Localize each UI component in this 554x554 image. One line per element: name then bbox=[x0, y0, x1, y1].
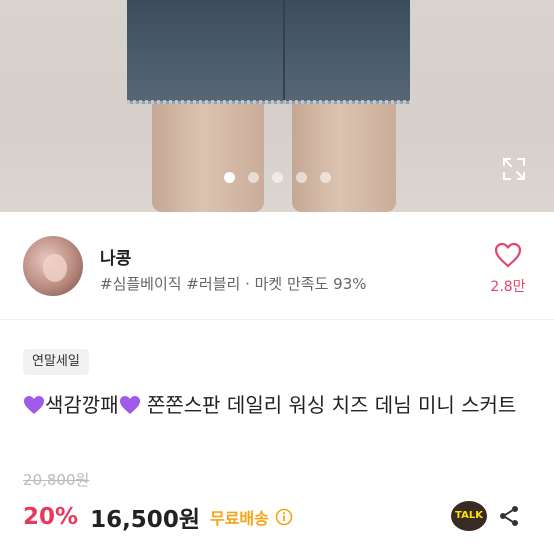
share-icon[interactable] bbox=[497, 504, 521, 528]
carousel-dot-3[interactable] bbox=[271, 172, 283, 183]
price-row: 20% 16,500원 무료배송 bbox=[23, 502, 293, 533]
sale-badge: 연말세일 bbox=[23, 349, 89, 375]
heart-outline-icon bbox=[494, 242, 522, 268]
skirt-image bbox=[127, 0, 410, 104]
carousel-pagination bbox=[0, 172, 554, 183]
kakao-talk-icon[interactable]: TALK bbox=[451, 501, 487, 531]
avatar-face bbox=[43, 254, 67, 282]
product-title-text: 쫀쫀스판 데일리 워싱 치즈 데님 미니 스커트 bbox=[140, 393, 517, 417]
carousel-dot-5[interactable] bbox=[319, 172, 331, 183]
discount-rate: 20% bbox=[23, 504, 79, 530]
like-button[interactable]: 2.8만 bbox=[486, 242, 530, 296]
seller-tags: #심플베이직 #러블리 · 마켓 만족도 93% bbox=[100, 275, 367, 293]
purple-heart-emoji-icon bbox=[119, 396, 140, 414]
carousel-dot-1[interactable] bbox=[223, 172, 235, 183]
model-leg-left bbox=[152, 104, 264, 212]
seller-section[interactable]: 나콩 #심플베이직 #러블리 · 마켓 만족도 93% 2.8만 bbox=[0, 212, 554, 320]
expand-icon[interactable] bbox=[501, 156, 527, 182]
model-leg-right bbox=[292, 104, 396, 212]
seller-avatar[interactable] bbox=[23, 236, 83, 296]
product-image-carousel[interactable] bbox=[0, 0, 554, 212]
sale-price: 16,500원 bbox=[90, 507, 200, 533]
product-title-highlight: 색감깡패 bbox=[45, 393, 119, 417]
purple-heart-emoji-icon bbox=[24, 396, 44, 414]
carousel-dot-2[interactable] bbox=[247, 172, 259, 183]
carousel-dot-4[interactable] bbox=[295, 172, 307, 183]
product-title: 색감깡패 쫀쫀스판 데일리 워싱 치즈 데님 미니 스커트 bbox=[23, 389, 533, 421]
info-icon[interactable] bbox=[275, 508, 293, 526]
free-shipping-label: 무료배송 bbox=[209, 509, 269, 528]
like-count: 2.8만 bbox=[490, 279, 526, 295]
original-price: 20,800원 bbox=[23, 471, 90, 489]
skirt-seam bbox=[283, 0, 285, 104]
seller-name[interactable]: 나콩 bbox=[100, 244, 131, 269]
